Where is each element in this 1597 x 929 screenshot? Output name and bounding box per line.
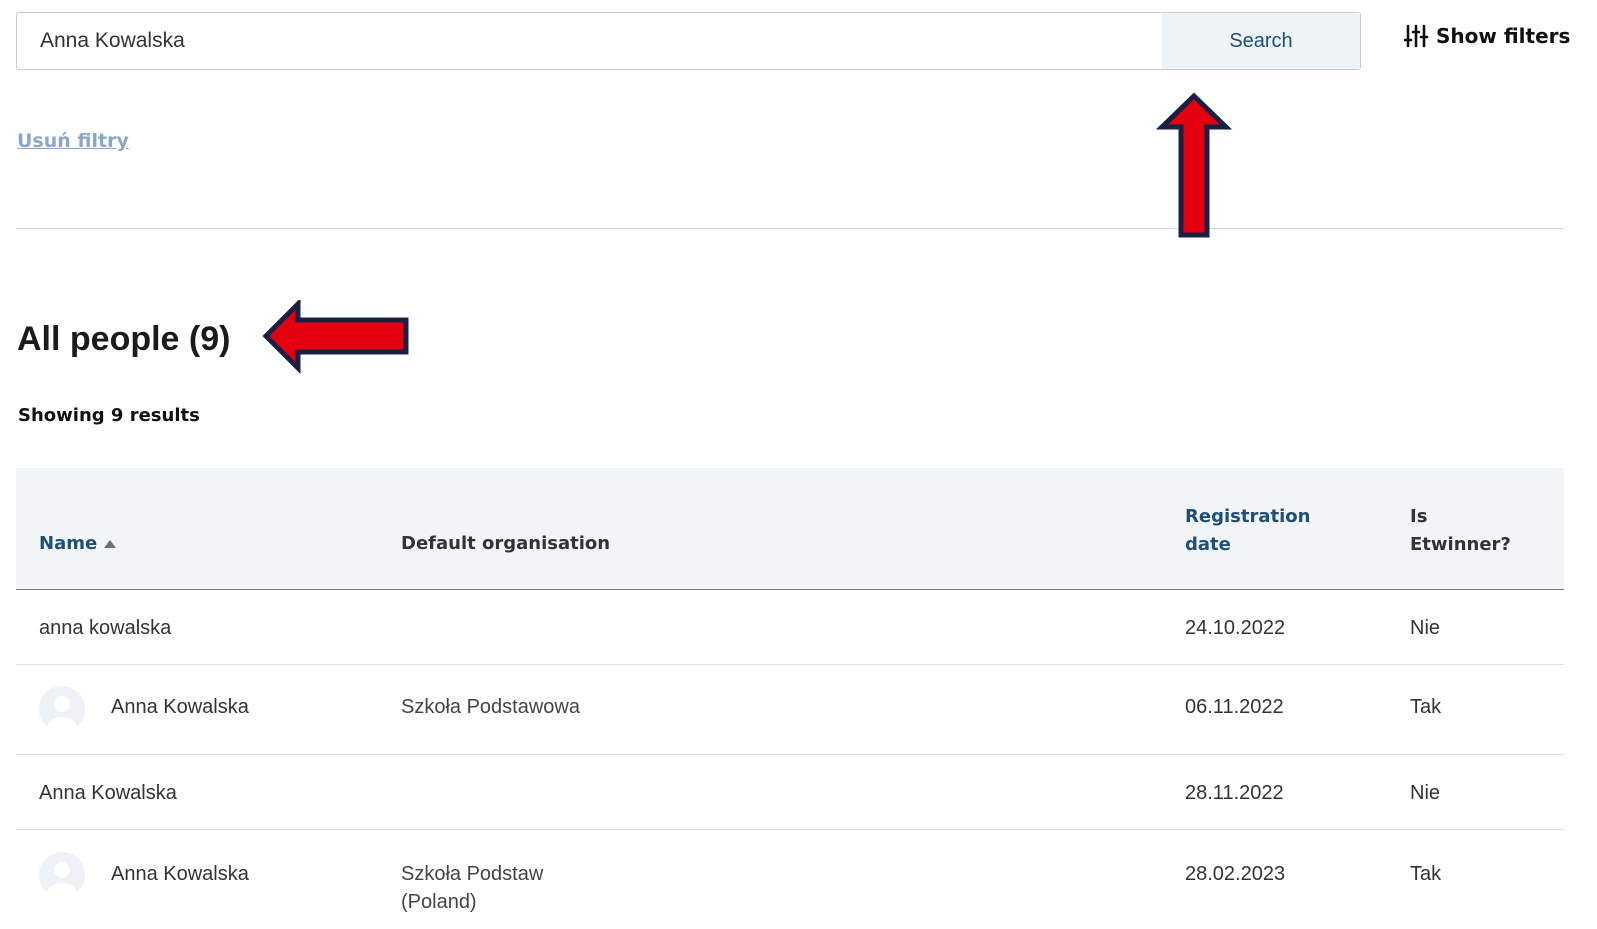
page-title: All people (9) xyxy=(17,320,231,358)
sort-asc-icon xyxy=(104,540,117,548)
show-filters-button[interactable]: Show filters xyxy=(1404,24,1570,48)
show-filters-label: Show filters xyxy=(1436,24,1571,48)
column-header-name-label: Name xyxy=(39,533,98,554)
person-organisation: Szkoła Podstawowa xyxy=(401,696,580,718)
registration-date: 06.11.2022 xyxy=(1185,696,1284,718)
column-header-registration-line2: date xyxy=(1185,534,1231,555)
registration-date: 24.10.2022 xyxy=(1185,617,1286,639)
search-bar: Search xyxy=(16,12,1361,70)
person-name-link[interactable]: Anna Kowalska xyxy=(39,779,177,807)
table-row[interactable]: Anna Kowalska Szkoła Podstawowa 06.11.20… xyxy=(16,665,1564,755)
etwinner-status: Tak xyxy=(1410,696,1442,718)
person-name-link[interactable]: Anna Kowalska xyxy=(111,860,249,888)
table-row[interactable]: anna kowalska 24.10.2022 Nie xyxy=(16,590,1564,665)
registration-date: 28.11.2022 xyxy=(1185,782,1284,804)
person-name-link[interactable]: Anna Kowalska xyxy=(111,693,249,721)
table-row[interactable]: Anna Kowalska 28.11.2022 Nie xyxy=(16,755,1564,830)
clear-filters-link[interactable]: Usuń filtry xyxy=(17,130,129,152)
person-organisation-country: (Poland) xyxy=(401,891,477,913)
column-header-registration[interactable]: Registration date xyxy=(1185,503,1345,559)
column-header-org: Default organisation xyxy=(401,533,611,554)
column-header-etwinner-line2: Etwinner? xyxy=(1410,534,1511,555)
column-header-etwinner: Is Etwinner? xyxy=(1410,503,1550,559)
red-arrow-left-icon xyxy=(262,300,409,374)
person-organisation: Szkoła Podstaw xyxy=(401,863,544,885)
column-header-registration-line1: Registration xyxy=(1185,506,1311,527)
etwinner-status: Tak xyxy=(1410,863,1442,885)
registration-date: 28.02.2023 xyxy=(1185,863,1286,885)
etwinner-status: Nie xyxy=(1410,617,1441,639)
user-avatar-icon xyxy=(39,852,85,898)
results-count: Showing 9 results xyxy=(18,405,200,426)
table-row[interactable]: Anna Kowalska Szkoła Podstaw (Poland) 28… xyxy=(16,830,1564,925)
search-button[interactable]: Search xyxy=(1162,13,1360,69)
user-avatar-icon xyxy=(39,686,85,732)
column-header-etwinner-line1: Is xyxy=(1410,506,1428,527)
etwinner-status: Nie xyxy=(1410,782,1441,804)
red-arrow-up-icon xyxy=(1156,92,1232,238)
column-header-name[interactable]: Name xyxy=(39,530,117,558)
search-input[interactable] xyxy=(17,13,1162,69)
people-table: Name Default organisation Registration d… xyxy=(16,468,1564,925)
sliders-icon xyxy=(1404,24,1429,48)
person-name-link[interactable]: anna kowalska xyxy=(39,614,171,642)
people-search-page: Search Show filters Usuń filtry All peop… xyxy=(0,0,1597,929)
section-divider xyxy=(16,228,1564,229)
table-header: Name Default organisation Registration d… xyxy=(16,468,1564,590)
